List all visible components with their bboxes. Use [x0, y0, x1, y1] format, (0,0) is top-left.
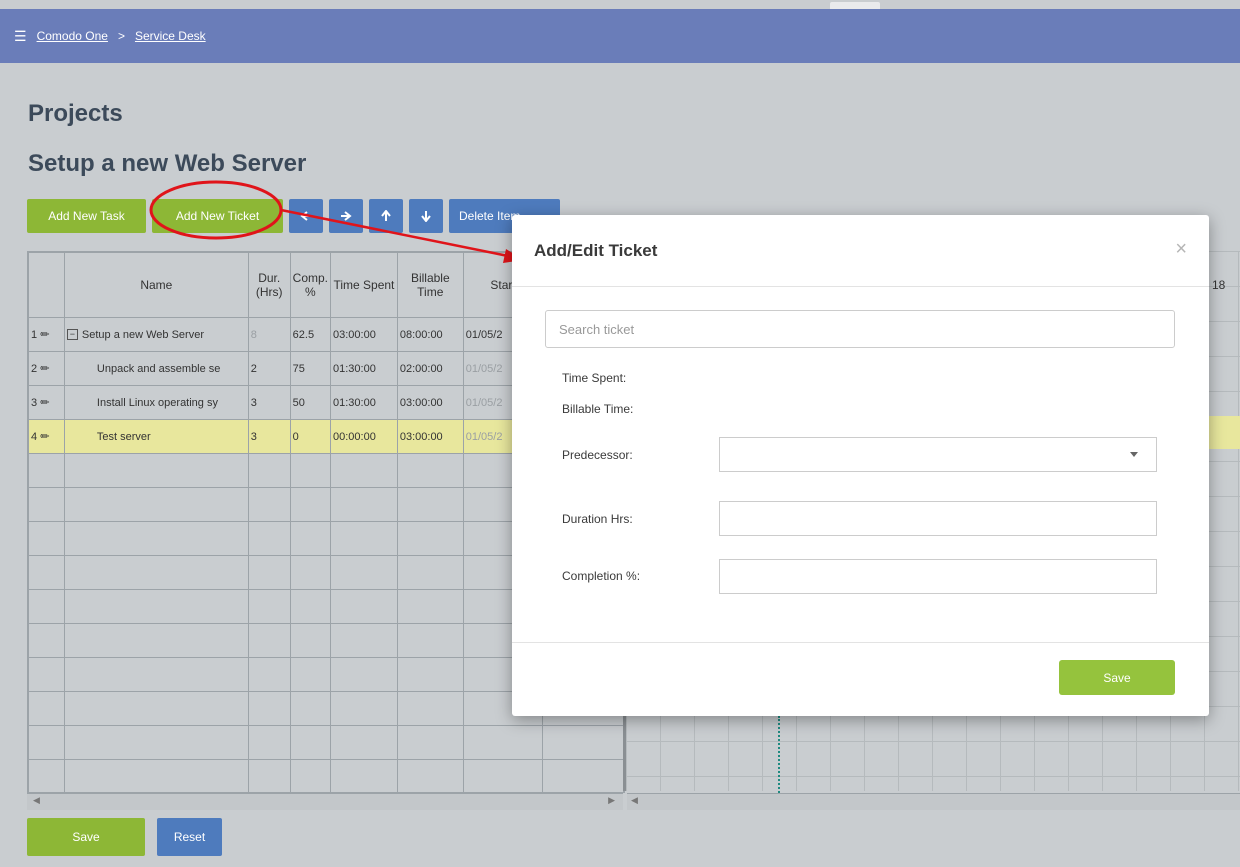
grid-header-row-number — [28, 252, 65, 318]
row-number: 4 — [31, 431, 38, 443]
predecessor-label: Predecessor: — [562, 448, 633, 462]
close-icon[interactable]: × — [1175, 239, 1187, 259]
move-down-button[interactable] — [409, 199, 443, 233]
row-number: 1 — [31, 329, 38, 341]
task-billable-time: 03:00:00 — [396, 385, 464, 420]
completion-label: Completion %: — [562, 569, 641, 583]
time-spent-label: Time Spent: — [562, 371, 627, 385]
page-title: Projects — [28, 100, 123, 127]
move-up-button[interactable] — [369, 199, 403, 233]
collapse-toggle-icon[interactable]: − — [66, 329, 78, 341]
add-new-ticket-button[interactable]: Add New Ticket — [152, 199, 283, 233]
task-time-spent: 01:30:00 — [330, 351, 398, 386]
scroll-left-icon[interactable]: ◀ — [33, 795, 40, 806]
row-number: 3 — [31, 397, 38, 409]
task-completion[interactable]: 62.5 — [289, 317, 332, 352]
arrow-left-icon — [300, 211, 311, 221]
arrow-up-icon — [381, 210, 391, 221]
task-name[interactable]: Setup a new Web Server — [82, 329, 204, 341]
hamburger-menu-icon[interactable]: ☰ — [14, 28, 27, 45]
grid-header-completion[interactable]: Comp. % — [289, 252, 332, 318]
scroll-right-icon[interactable]: ▶ — [608, 795, 615, 806]
task-completion[interactable]: 0 — [289, 419, 332, 454]
grid-header-duration[interactable]: Dur. (Hrs) — [247, 252, 291, 318]
grid-horizontal-scrollbar[interactable]: ◀ ▶ — [27, 793, 623, 810]
chevron-down-icon — [1130, 452, 1138, 457]
edit-pencil-icon[interactable]: ✏ — [40, 397, 49, 409]
row-number: 2 — [31, 363, 38, 375]
gantt-day-header: 18 — [1212, 278, 1226, 292]
grid-header-name[interactable]: Name — [63, 252, 249, 318]
dialog-footer-divider — [512, 642, 1209, 643]
predecessor-select[interactable] — [719, 437, 1157, 472]
empty-row — [28, 725, 624, 760]
edit-pencil-icon[interactable]: ✏ — [40, 329, 49, 341]
task-duration[interactable]: 3 — [247, 419, 291, 454]
completion-input[interactable] — [719, 559, 1157, 594]
dialog-header: Add/Edit Ticket × — [512, 215, 1209, 287]
grid-reset-button[interactable]: Reset — [157, 818, 222, 856]
task-completion[interactable]: 75 — [289, 351, 332, 386]
search-ticket-input[interactable] — [545, 310, 1175, 348]
task-completion[interactable]: 50 — [289, 385, 332, 420]
arrow-right-icon — [341, 211, 352, 221]
task-billable-time: 03:00:00 — [396, 419, 464, 454]
task-duration[interactable]: 8 — [247, 317, 291, 352]
add-new-task-button[interactable]: Add New Task — [27, 199, 146, 233]
top-navigation-bar: ☰ Comodo One > Service Desk — [0, 9, 1240, 63]
task-time-spent: 03:00:00 — [330, 317, 398, 352]
breadcrumb-current-link[interactable]: Service Desk — [135, 29, 206, 43]
arrow-down-icon — [421, 211, 431, 222]
gantt-selected-row — [1208, 416, 1240, 449]
breadcrumb-separator: > — [117, 29, 125, 43]
project-title: Setup a new Web Server — [28, 150, 307, 177]
grid-header-time-spent[interactable]: Time Spent — [330, 252, 398, 318]
scroll-left-icon[interactable]: ◀ — [631, 795, 638, 806]
dialog-title: Add/Edit Ticket — [534, 240, 658, 260]
task-billable-time: 02:00:00 — [396, 351, 464, 386]
task-time-spent: 01:30:00 — [330, 385, 398, 420]
add-edit-ticket-dialog: Add/Edit Ticket × Time Spent: Billable T… — [512, 215, 1209, 716]
gantt-today-line — [778, 716, 780, 793]
breadcrumb-root-link[interactable]: Comodo One — [37, 29, 108, 43]
task-duration[interactable]: 2 — [247, 351, 291, 386]
billable-time-label: Billable Time: — [562, 402, 634, 416]
grid-save-button[interactable]: Save — [27, 818, 145, 856]
empty-row — [28, 759, 624, 792]
task-name[interactable]: Test server — [63, 419, 249, 454]
grid-header-billable-time[interactable]: Billable Time — [396, 252, 464, 318]
task-billable-time: 08:00:00 — [396, 317, 464, 352]
task-time-spent: 00:00:00 — [330, 419, 398, 454]
move-right-button[interactable] — [329, 199, 363, 233]
edit-pencil-icon[interactable]: ✏ — [40, 431, 49, 443]
task-name[interactable]: Install Linux operating sy — [63, 385, 249, 420]
move-left-button[interactable] — [289, 199, 323, 233]
task-duration[interactable]: 3 — [247, 385, 291, 420]
dialog-save-button[interactable]: Save — [1059, 660, 1175, 695]
task-name[interactable]: Unpack and assemble se — [63, 351, 249, 386]
gantt-horizontal-scrollbar[interactable]: ◀ — [627, 793, 1240, 810]
duration-hrs-input[interactable] — [719, 501, 1157, 536]
edit-pencil-icon[interactable]: ✏ — [40, 363, 49, 375]
duration-hrs-label: Duration Hrs: — [562, 512, 633, 526]
